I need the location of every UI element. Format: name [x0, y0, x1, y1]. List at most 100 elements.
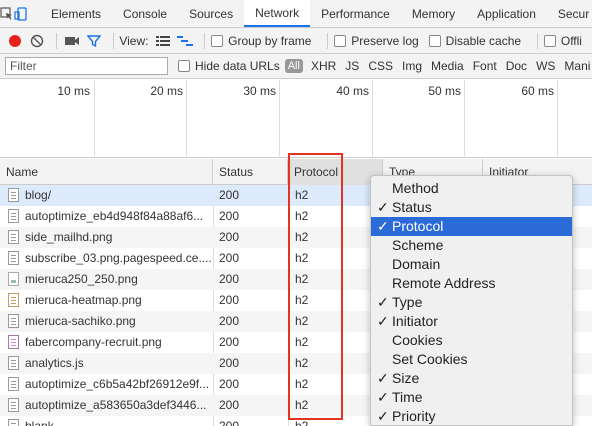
column-header-name[interactable]: Name: [0, 159, 213, 185]
menu-item-protocol[interactable]: ✓ Protocol: [371, 217, 572, 236]
timeline-gridline: 30 ms: [187, 80, 280, 158]
checkbox-box[interactable]: [334, 34, 347, 47]
preserve-log-checkbox[interactable]: Preserve log: [334, 34, 419, 48]
device-toolbar-icon[interactable]: [14, 0, 28, 27]
request-protocol: h2: [295, 230, 309, 244]
menu-item-type[interactable]: ✓ Type: [371, 293, 572, 312]
document-file-icon: [8, 419, 19, 426]
timeline-tick-label: 50 ms: [428, 84, 461, 98]
tab-application[interactable]: Application: [466, 0, 547, 27]
check-icon: ✓: [377, 218, 389, 234]
menu-item-priority[interactable]: ✓ Priority: [371, 407, 572, 425]
tab-security[interactable]: Secur: [547, 0, 592, 27]
tab-performance[interactable]: Performance: [310, 0, 401, 27]
timeline-gridline: 60 ms: [465, 80, 558, 158]
request-name: blank: [25, 419, 54, 426]
screenshot-camera-icon[interactable]: [63, 31, 81, 51]
request-status: 200: [219, 356, 240, 370]
disable-cache-checkbox[interactable]: Disable cache: [428, 34, 521, 48]
request-status: 200: [219, 188, 240, 202]
request-status: 200: [219, 209, 240, 223]
group-by-frame-label: Group by frame: [228, 33, 312, 48]
menu-item-size[interactable]: ✓ Size: [371, 369, 572, 388]
timeline-overview[interactable]: 10 ms 20 ms 30 ms 40 ms 50 ms 60 ms: [0, 80, 592, 158]
offline-checkbox[interactable]: Offli: [543, 33, 582, 48]
image-file-icon: [8, 293, 19, 307]
menu-item-initiator[interactable]: ✓ Initiator: [371, 312, 572, 331]
menu-item-label: Status: [392, 199, 432, 215]
request-protocol: h2: [295, 335, 309, 349]
filter-ws-button[interactable]: WS: [536, 59, 555, 73]
column-header-status[interactable]: Status: [213, 159, 288, 185]
check-icon: ✓: [377, 389, 389, 405]
checkbox-box[interactable]: [428, 34, 441, 47]
menu-item-scheme[interactable]: Scheme: [371, 236, 572, 255]
check-icon: ✓: [377, 313, 389, 329]
devtools-tab-bar: Elements Console Sources Network Perform…: [0, 0, 592, 28]
menu-item-status[interactable]: ✓ Status: [371, 198, 572, 217]
request-name: fabercompany-recruit.png: [25, 335, 162, 349]
menu-item-label: Set Cookies: [392, 351, 468, 367]
filter-doc-button[interactable]: Doc: [506, 59, 527, 73]
menu-item-label: Method: [392, 180, 439, 196]
filter-css-button[interactable]: CSS: [368, 59, 393, 73]
tab-memory[interactable]: Memory: [401, 0, 466, 27]
request-status: 200: [219, 377, 240, 391]
group-by-frame-checkbox[interactable]: Group by frame: [211, 34, 311, 48]
request-name: mieruca250_250.png: [25, 272, 138, 286]
request-name: blog/: [25, 188, 52, 202]
clear-icon[interactable]: [28, 31, 46, 51]
filter-js-button[interactable]: JS: [345, 59, 359, 73]
offline-label: Offli: [560, 33, 582, 48]
menu-item-time[interactable]: ✓ Time: [371, 388, 572, 407]
filter-funnel-icon[interactable]: [85, 31, 103, 51]
view-label: View:: [119, 33, 149, 48]
request-status: 200: [219, 335, 240, 349]
menu-item-remote-address[interactable]: Remote Address: [371, 274, 572, 293]
menu-item-method[interactable]: Method: [371, 179, 572, 198]
document-file-icon: [8, 377, 19, 391]
menu-item-label: Domain: [392, 256, 441, 272]
hide-data-urls-label: Hide data URLs: [195, 59, 280, 73]
filter-xhr-button[interactable]: XHR: [311, 59, 336, 73]
large-rows-icon[interactable]: [154, 31, 172, 51]
check-icon: ✓: [377, 370, 389, 386]
check-icon: ✓: [377, 199, 389, 215]
filter-all-button[interactable]: All: [284, 59, 303, 73]
timeline-tick-label: 40 ms: [336, 84, 369, 98]
tab-console[interactable]: Console: [112, 0, 178, 27]
document-file-icon: [8, 230, 19, 244]
filter-media-button[interactable]: Media: [431, 59, 464, 73]
request-protocol: h2: [295, 314, 309, 328]
timeline-tick-label: 10 ms: [57, 84, 90, 98]
menu-item-label: Priority: [392, 408, 436, 424]
document-file-icon: [8, 398, 19, 412]
menu-item-cookies[interactable]: Cookies: [371, 331, 572, 350]
timeline-gridline: 20 ms: [95, 80, 187, 158]
document-file-icon: [8, 209, 19, 223]
filter-input[interactable]: [5, 57, 168, 75]
checkbox-box[interactable]: [543, 34, 556, 47]
toolbar-separator: [204, 32, 206, 49]
menu-item-domain[interactable]: Domain: [371, 255, 572, 274]
filter-img-button[interactable]: Img: [402, 59, 422, 73]
filter-manifest-button[interactable]: Mani: [564, 59, 590, 73]
column-header-protocol[interactable]: Protocol: [288, 159, 383, 185]
record-button[interactable]: [6, 31, 24, 51]
request-status: 200: [219, 230, 240, 244]
tab-network[interactable]: Network: [244, 0, 311, 27]
network-toolbar: View: Group by frame Preserve log Disabl…: [0, 28, 592, 54]
tab-elements[interactable]: Elements: [40, 0, 112, 27]
request-protocol: h2: [295, 251, 309, 265]
menu-item-set-cookies[interactable]: Set Cookies: [371, 350, 572, 369]
request-protocol: h2: [295, 209, 309, 223]
request-protocol: h2: [295, 398, 309, 412]
inspect-element-icon[interactable]: [0, 0, 14, 27]
hide-data-urls-checkbox[interactable]: Hide data URLs: [178, 59, 280, 73]
checkbox-box[interactable]: [178, 60, 190, 72]
checkbox-box[interactable]: [211, 34, 224, 47]
tab-sources[interactable]: Sources: [178, 0, 244, 27]
waterfall-overview-icon[interactable]: [176, 31, 194, 51]
filter-font-button[interactable]: Font: [473, 59, 497, 73]
request-protocol: h2: [295, 419, 309, 426]
